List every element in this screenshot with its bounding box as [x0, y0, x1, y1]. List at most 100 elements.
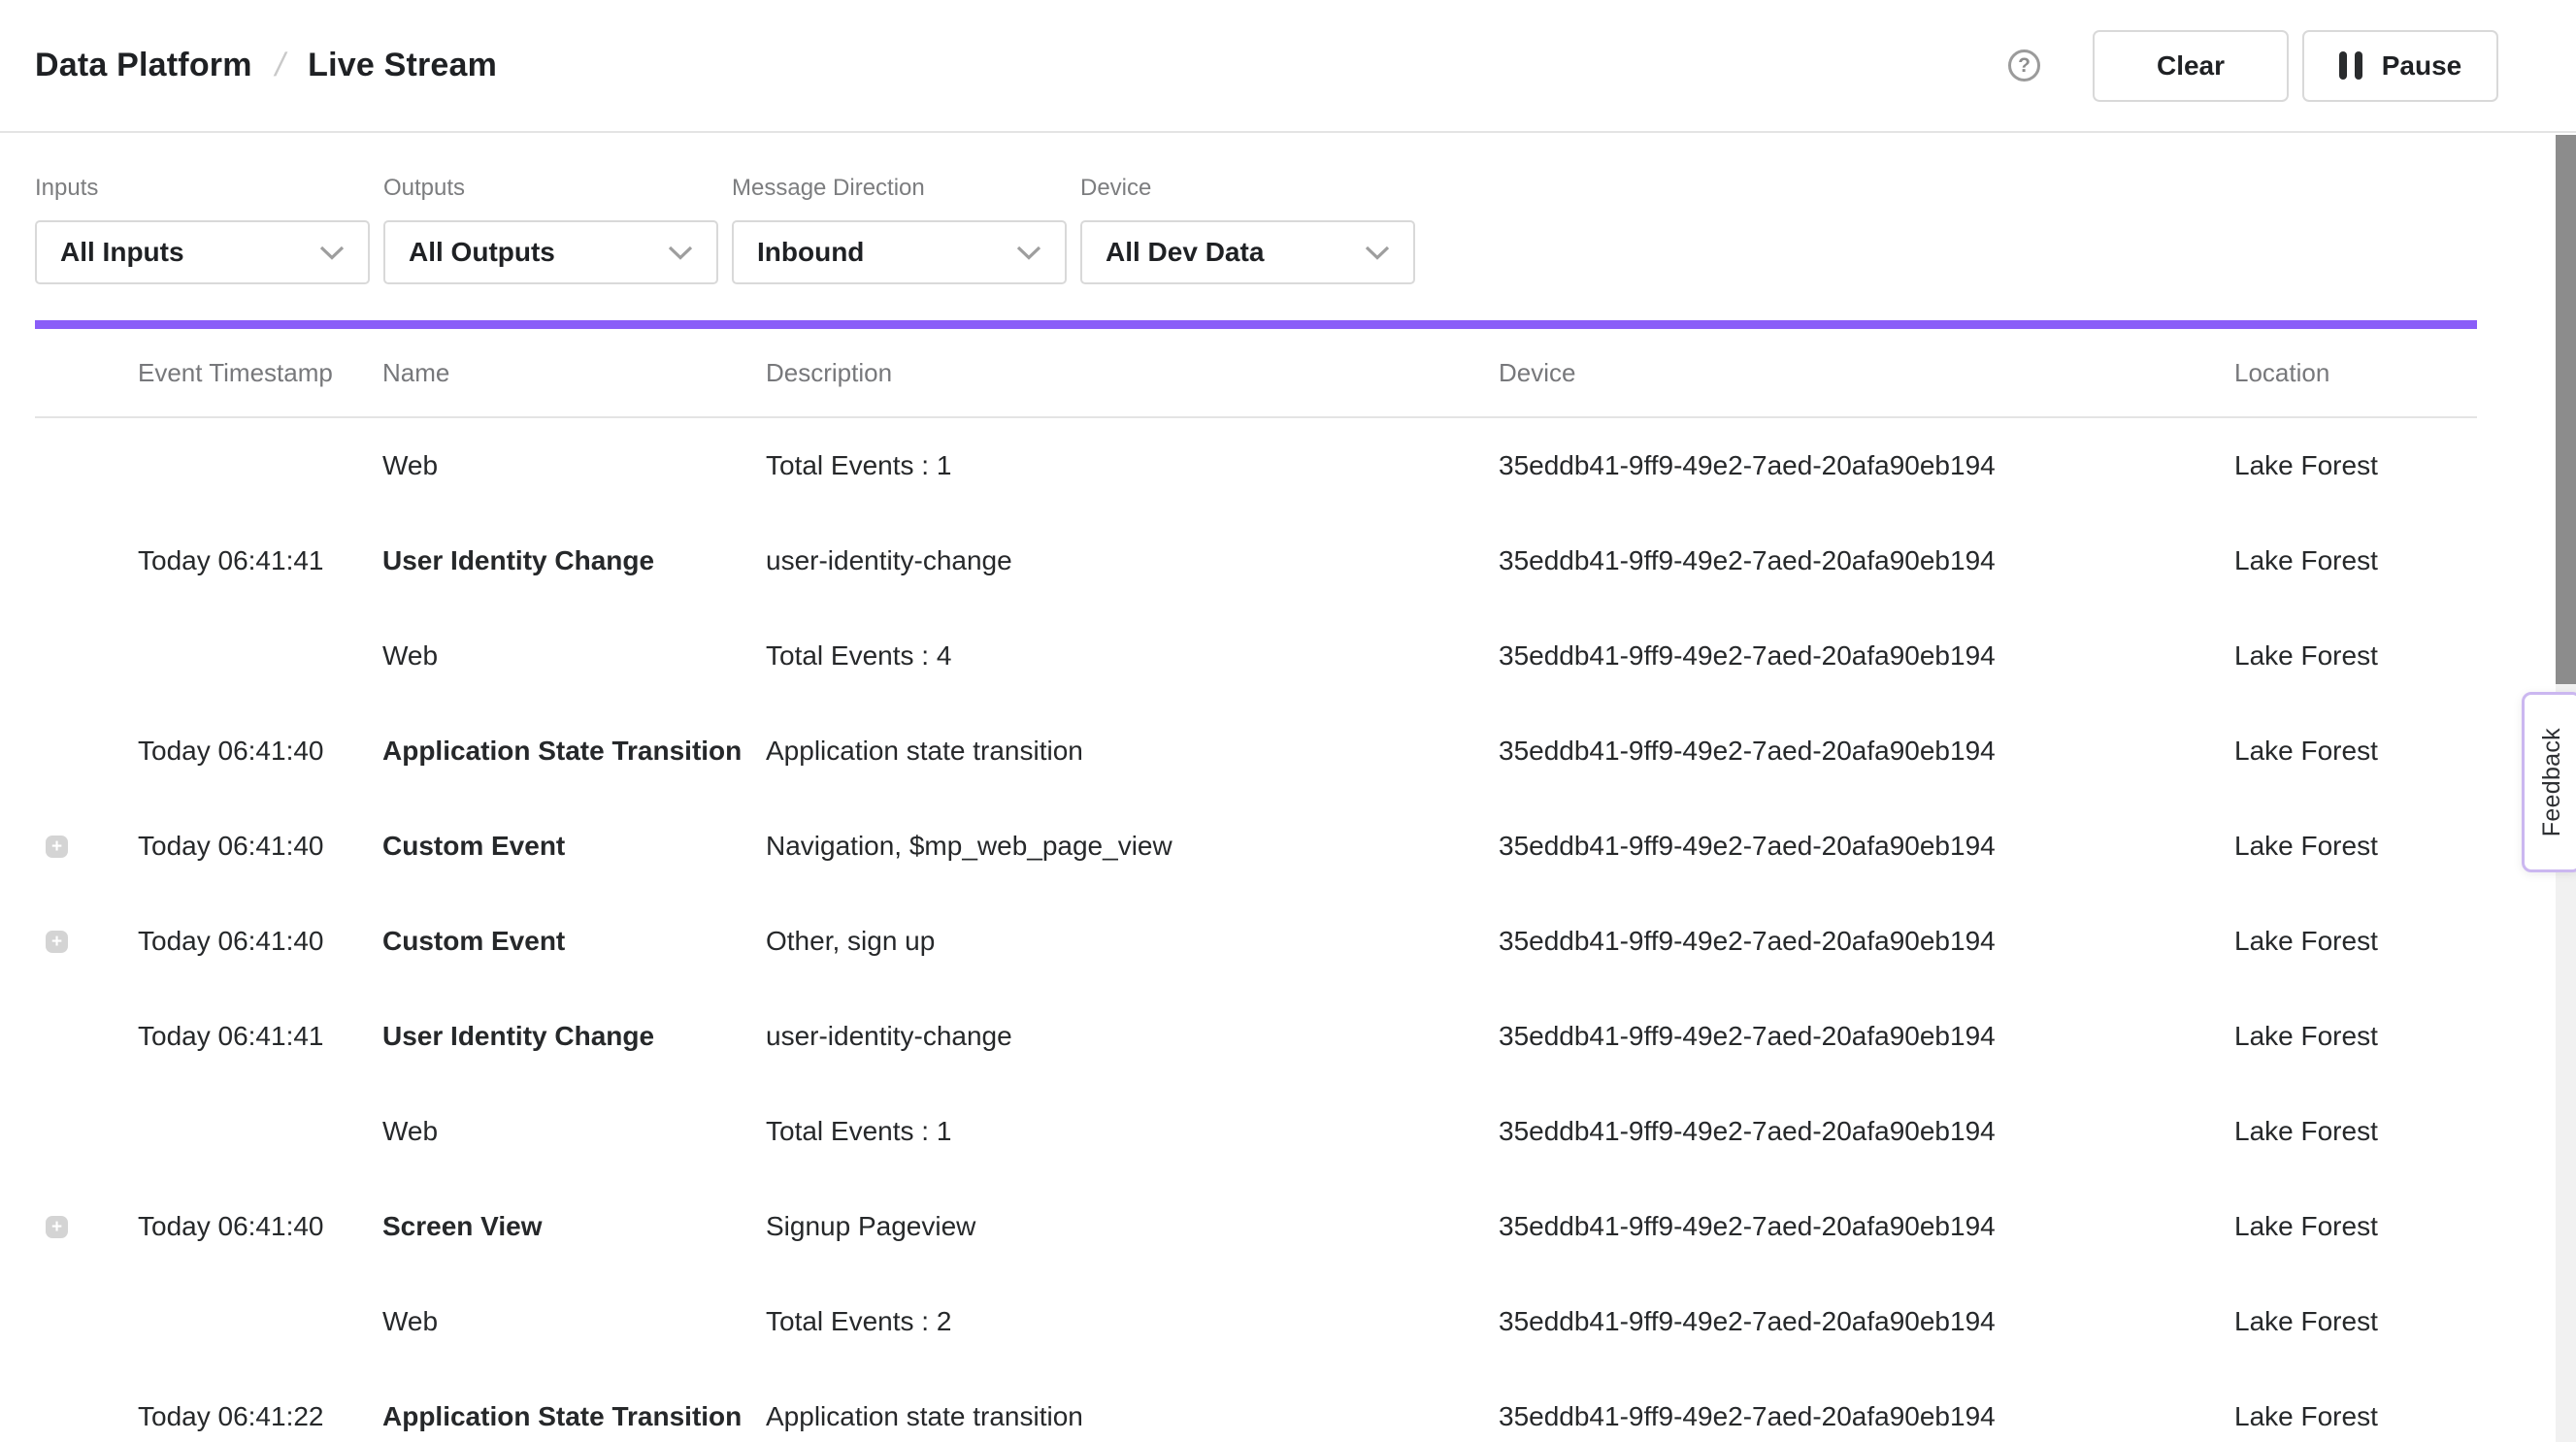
cell-device: 35eddb41-9ff9-49e2-7aed-20afa90eb194 [1499, 1306, 2234, 1337]
filter-device-label: Device [1080, 177, 1415, 200]
live-stream-table: Event Timestamp Name Description Device … [35, 329, 2477, 1442]
cell-description: Application state transition [766, 1401, 1499, 1432]
cell-location: Lake Forest [2234, 1401, 2477, 1432]
column-header-device: Device [1499, 358, 2234, 388]
cell-location: Lake Forest [2234, 450, 2477, 481]
table-row[interactable]: + Today 06:41:40 Custom Event Other, sig… [35, 894, 2477, 989]
cell-name: Web [382, 450, 766, 481]
cell-location: Lake Forest [2234, 736, 2477, 767]
column-header-description: Description [766, 358, 1499, 388]
filter-inputs: Inputs All Inputs [35, 177, 370, 284]
cell-description: user-identity-change [766, 545, 1499, 576]
cell-expand [35, 550, 138, 573]
cell-timestamp: Today 06:41:40 [138, 926, 382, 957]
table-header-row: Event Timestamp Name Description Device … [35, 329, 2477, 418]
table-row[interactable]: + Today 06:41:40 Screen View Signup Page… [35, 1179, 2477, 1274]
cell-location: Lake Forest [2234, 1116, 2477, 1147]
cell-description: Other, sign up [766, 926, 1499, 957]
cell-timestamp: Today 06:41:41 [138, 1021, 382, 1052]
help-icon[interactable]: ? [2008, 49, 2040, 82]
cell-device: 35eddb41-9ff9-49e2-7aed-20afa90eb194 [1499, 545, 2234, 576]
cell-description: Total Events : 4 [766, 640, 1499, 672]
filter-bar: Inputs All Inputs Outputs All Outputs Me… [0, 133, 2576, 284]
column-header-location: Location [2234, 358, 2477, 388]
cell-location: Lake Forest [2234, 1306, 2477, 1337]
table-row[interactable]: + Today 06:41:40 Custom Event Navigation… [35, 799, 2477, 894]
cell-device: 35eddb41-9ff9-49e2-7aed-20afa90eb194 [1499, 1116, 2234, 1147]
cell-location: Lake Forest [2234, 1211, 2477, 1242]
chevron-down-icon [668, 246, 693, 260]
pause-icon [2339, 51, 2362, 80]
cell-device: 35eddb41-9ff9-49e2-7aed-20afa90eb194 [1499, 831, 2234, 862]
cell-location: Lake Forest [2234, 640, 2477, 672]
device-select[interactable]: All Dev Data [1080, 220, 1415, 284]
chevron-down-icon [1365, 246, 1390, 260]
message-direction-select[interactable]: Inbound [732, 220, 1067, 284]
filter-outputs: Outputs All Outputs [383, 177, 718, 284]
cell-device: 35eddb41-9ff9-49e2-7aed-20afa90eb194 [1499, 736, 2234, 767]
cell-device: 35eddb41-9ff9-49e2-7aed-20afa90eb194 [1499, 1401, 2234, 1432]
table-row[interactable]: Today 06:41:22 Application State Transit… [35, 1369, 2477, 1442]
table-row[interactable]: Web Total Events : 1 35eddb41-9ff9-49e2-… [35, 418, 2477, 513]
header-actions: ? Clear Pause [2008, 30, 2498, 102]
breadcrumb-separator: / [272, 47, 289, 84]
outputs-select[interactable]: All Outputs [383, 220, 718, 284]
inputs-select[interactable]: All Inputs [35, 220, 370, 284]
cell-description: Signup Pageview [766, 1211, 1499, 1242]
page-title: Live Stream [308, 47, 497, 84]
chevron-down-icon [1016, 246, 1041, 260]
chevron-down-icon [319, 246, 345, 260]
table-row[interactable]: Today 06:41:41 User Identity Change user… [35, 513, 2477, 608]
table-row[interactable]: Web Total Events : 1 35eddb41-9ff9-49e2-… [35, 1084, 2477, 1179]
inputs-select-value: All Inputs [60, 237, 184, 268]
clear-button[interactable]: Clear [2093, 30, 2289, 102]
filter-inputs-label: Inputs [35, 177, 370, 200]
cell-device: 35eddb41-9ff9-49e2-7aed-20afa90eb194 [1499, 1211, 2234, 1242]
feedback-tab[interactable]: Feedback [2522, 692, 2576, 872]
expand-row-button[interactable]: + [46, 931, 68, 953]
cell-expand: + [35, 931, 138, 953]
cell-expand [35, 1026, 138, 1048]
pause-button[interactable]: Pause [2302, 30, 2498, 102]
table-row[interactable]: Today 06:41:40 Application State Transit… [35, 704, 2477, 799]
cell-description: Total Events : 1 [766, 1116, 1499, 1147]
breadcrumb: Data Platform / Live Stream [35, 47, 497, 84]
cell-location: Lake Forest [2234, 1021, 2477, 1052]
cell-expand: + [35, 1216, 138, 1238]
cell-description: Total Events : 1 [766, 450, 1499, 481]
cell-timestamp: Today 06:41:40 [138, 1211, 382, 1242]
cell-device: 35eddb41-9ff9-49e2-7aed-20afa90eb194 [1499, 640, 2234, 672]
expand-row-button[interactable]: + [46, 1216, 68, 1238]
scrollbar-thumb[interactable] [2556, 135, 2576, 684]
table-row[interactable]: Web Total Events : 2 35eddb41-9ff9-49e2-… [35, 1274, 2477, 1369]
cell-name: User Identity Change [382, 545, 766, 576]
outputs-select-value: All Outputs [409, 237, 555, 268]
cell-name: Web [382, 1116, 766, 1147]
device-select-value: All Dev Data [1106, 237, 1264, 268]
cell-expand [35, 1406, 138, 1428]
cell-expand [35, 1311, 138, 1333]
cell-description: Total Events : 2 [766, 1306, 1499, 1337]
cell-expand [35, 455, 138, 477]
accent-bar [35, 320, 2477, 329]
cell-name: Custom Event [382, 831, 766, 862]
message-direction-select-value: Inbound [757, 237, 864, 268]
live-stream-page: { "header": { "breadcrumb": { "parent": … [0, 0, 2576, 1442]
cell-name: Application State Transition [382, 736, 766, 767]
filter-device: Device All Dev Data [1080, 177, 1415, 284]
cell-timestamp: Today 06:41:41 [138, 545, 382, 576]
expand-row-button[interactable]: + [46, 836, 68, 858]
pause-button-label: Pause [2382, 50, 2462, 82]
cell-name: User Identity Change [382, 1021, 766, 1052]
filter-message-direction: Message Direction Inbound [732, 177, 1067, 284]
cell-expand [35, 740, 138, 763]
cell-expand [35, 1121, 138, 1143]
table-row[interactable]: Web Total Events : 4 35eddb41-9ff9-49e2-… [35, 608, 2477, 704]
feedback-tab-label: Feedback [2538, 728, 2566, 836]
cell-name: Web [382, 640, 766, 672]
table-body: Web Total Events : 1 35eddb41-9ff9-49e2-… [35, 418, 2477, 1442]
cell-name: Screen View [382, 1211, 766, 1242]
cell-device: 35eddb41-9ff9-49e2-7aed-20afa90eb194 [1499, 450, 2234, 481]
table-row[interactable]: Today 06:41:41 User Identity Change user… [35, 989, 2477, 1084]
breadcrumb-parent[interactable]: Data Platform [35, 47, 252, 84]
